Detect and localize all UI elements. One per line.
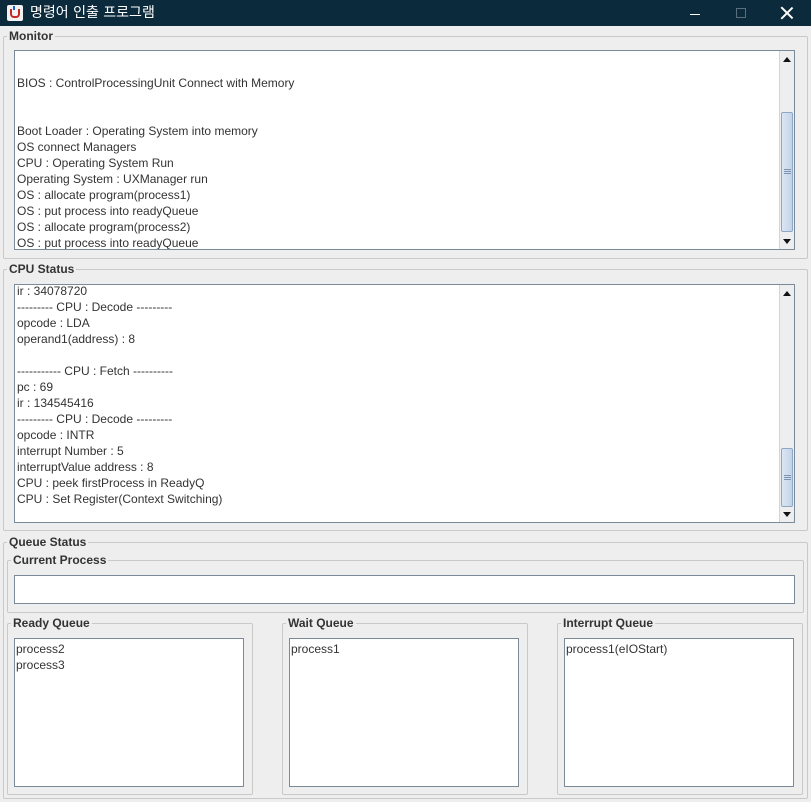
wait-queue-panel-title: Wait Queue bbox=[288, 616, 354, 630]
list-item[interactable]: process1 bbox=[290, 641, 518, 657]
scroll-up-arrow-icon[interactable] bbox=[780, 52, 794, 66]
monitor-log[interactable]: BIOS : ControlProcessingUnit Connect wit… bbox=[14, 50, 795, 250]
monitor-panel-title: Monitor bbox=[9, 29, 53, 43]
maximize-icon bbox=[736, 8, 746, 18]
monitor-scroll-thumb[interactable] bbox=[781, 112, 793, 232]
minimize-button[interactable] bbox=[672, 0, 718, 26]
cpu-status-log-line bbox=[17, 347, 222, 363]
interrupt-queue-list[interactable]: process1(eIOStart) bbox=[564, 638, 794, 787]
scroll-up-arrow-icon[interactable] bbox=[780, 286, 794, 300]
cpu-status-log-line: operand1(address) : 8 bbox=[17, 332, 136, 346]
cpu-status-scrollbar[interactable] bbox=[779, 285, 794, 522]
cpu-status-log-line: opcode : INTR bbox=[17, 428, 95, 442]
monitor-log-line: OS : allocate program(process1) bbox=[17, 188, 191, 202]
ready-queue-list[interactable]: process2 process3 bbox=[14, 638, 244, 787]
list-item[interactable]: process3 bbox=[15, 657, 243, 673]
scroll-down-arrow-icon[interactable] bbox=[780, 234, 794, 248]
java-cup-icon bbox=[7, 5, 23, 21]
interrupt-queue-panel-title: Interrupt Queue bbox=[563, 616, 654, 630]
cpu-status-log-line: CPU : Set Register(Context Switching) bbox=[17, 492, 223, 506]
monitor-log-line: Boot Loader : Operating System into memo… bbox=[17, 124, 258, 138]
monitor-log-line: OS connect Managers bbox=[17, 140, 137, 154]
current-process-field[interactable] bbox=[14, 575, 795, 604]
ready-queue-panel-title: Ready Queue bbox=[13, 616, 90, 630]
list-item[interactable]: process2 bbox=[15, 641, 243, 657]
cpu-status-log-line: ir : 34078720 bbox=[17, 284, 88, 298]
cpu-status-log-line: pc : 69 bbox=[17, 380, 54, 394]
cpu-status-log-line: opcode : LDA bbox=[17, 316, 90, 330]
current-process-panel-title: Current Process bbox=[13, 553, 107, 567]
monitor-log-line: OS : put process into readyQueue bbox=[17, 236, 199, 250]
close-icon bbox=[781, 7, 793, 19]
cpu-status-log-line: interruptValue address : 8 bbox=[17, 460, 154, 474]
monitor-log-line: Operating System : UXManager run bbox=[17, 172, 208, 186]
monitor-scrollbar[interactable] bbox=[779, 51, 794, 249]
cpu-status-panel-title: CPU Status bbox=[9, 262, 75, 276]
queue-status-panel-title: Queue Status bbox=[9, 535, 87, 549]
cpu-status-log-line: ----------- CPU : Fetch ---------- bbox=[17, 364, 173, 378]
cpu-status-log-line: interrupt Number : 5 bbox=[17, 444, 124, 458]
title-bar[interactable]: 명령어 인출 프로그램 bbox=[0, 0, 811, 26]
maximize-button[interactable] bbox=[718, 0, 764, 26]
minimize-icon bbox=[690, 13, 700, 15]
cpu-status-log-line: --------- CPU : Decode --------- bbox=[17, 412, 173, 426]
cpu-status-log[interactable]: ir : 34078720 --------- CPU : Decode ----… bbox=[14, 284, 795, 523]
monitor-log-line-clipped: BIOS : ControlProcessingUnit Connect wit… bbox=[17, 76, 295, 90]
monitor-log-line: OS : allocate program(process2) bbox=[17, 220, 191, 234]
close-button[interactable] bbox=[764, 0, 810, 26]
cpu-status-log-line: --------- CPU : Decode --------- bbox=[17, 300, 173, 314]
monitor-log-line: OS : put process into readyQueue bbox=[17, 204, 199, 218]
wait-queue-list[interactable]: process1 bbox=[289, 638, 519, 787]
scroll-down-arrow-icon[interactable] bbox=[780, 507, 794, 521]
cpu-status-scroll-thumb[interactable] bbox=[781, 448, 793, 507]
cpu-status-log-line: CPU : peek firstProcess in ReadyQ bbox=[17, 476, 205, 490]
monitor-log-line: CPU : Operating System Run bbox=[17, 156, 174, 170]
window-title: 명령어 인출 프로그램 bbox=[30, 5, 155, 21]
list-item[interactable]: process1(eIOStart) bbox=[565, 641, 793, 657]
cpu-status-log-line: ir : 134545416 bbox=[17, 396, 94, 410]
